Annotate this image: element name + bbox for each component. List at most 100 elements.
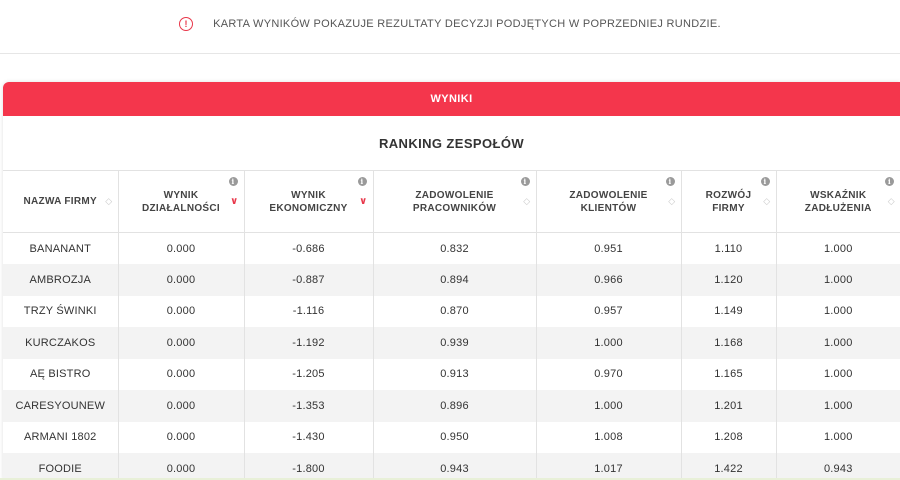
table-row: TRZY ŚWINKI 0.000 -1.116 0.870 0.957 1.149 1.0… xyxy=(3,295,900,327)
value-cell-debt-ratio: 1.000 xyxy=(775,232,900,264)
sort-icon[interactable]: ◇ xyxy=(668,197,675,206)
column-header-label: WSKAŹNIK ZADŁUŻENIA xyxy=(804,189,872,214)
sort-desc-icon[interactable]: ∨ xyxy=(359,197,367,207)
column-header-name[interactable]: NAZWA FIRMY ◇ xyxy=(3,170,118,233)
company-name-cell: CARESYOUNEW xyxy=(3,390,118,422)
value-cell-debt-ratio: 1.000 xyxy=(775,264,900,296)
ranking-title: RANKING ZESPOŁÓW xyxy=(3,116,900,170)
value-cell-customer-satisfaction: 1.000 xyxy=(535,390,681,422)
sort-icon[interactable]: ◇ xyxy=(105,197,112,206)
table-header-row: NAZWA FIRMY ◇ WYNIK DZIAŁALNOŚCI i ∨ WYNIK EK… xyxy=(3,170,900,233)
column-header-customer-satisfaction[interactable]: ZADOWOLENIE KLIENTÓW i ◇ xyxy=(535,170,681,233)
value-cell-company-growth: 1.110 xyxy=(680,232,776,264)
value-cell-customer-satisfaction: 1.000 xyxy=(535,327,681,359)
info-icon[interactable]: i xyxy=(665,177,675,186)
table-body: BANANANT 0.000 -0.686 0.832 0.951 1.110 1.000 A… xyxy=(3,232,900,480)
value-cell-operating-result: 0.000 xyxy=(117,232,244,264)
value-cell-debt-ratio: 1.000 xyxy=(775,327,900,359)
column-header-debt-ratio[interactable]: WSKAŹNIK ZADŁUŻENIA i ◇ xyxy=(775,170,900,233)
company-name-cell: AĘ BISTRO xyxy=(30,368,91,381)
value-cell-company-growth: 1.149 xyxy=(680,295,776,327)
value-cell-economic-result: -0.887 xyxy=(243,264,373,296)
value-cell-debt-ratio: 1.000 xyxy=(775,358,900,390)
notice-text: KARTA WYNIKÓW POKAZUJE REZULTATY DECYZJI… xyxy=(213,18,721,30)
column-header-label: ROZWÓJ FIRMY xyxy=(705,189,752,214)
sort-icon[interactable]: ◇ xyxy=(888,197,895,206)
company-name-cell: KURCZAKOS xyxy=(3,327,118,359)
company-name-cell: FOODIE xyxy=(3,453,118,480)
results-notice: ! KARTA WYNIKÓW POKAZUJE REZULTATY DECYZ… xyxy=(0,0,900,48)
results-header-label: WYNIKI xyxy=(430,93,473,105)
value-cell-economic-result: -1.430 xyxy=(243,421,373,453)
column-header-label: ZADOWOLENIE PRACOWNIKÓW xyxy=(412,189,497,214)
column-header-label: WYNIK DZIAŁALNOŚCI xyxy=(141,189,221,214)
table-row: AĘ BISTRO 0.000 -1.205 0.913 0.970 1.165 1.000 xyxy=(3,358,900,390)
sort-icon[interactable]: ◇ xyxy=(763,197,770,206)
info-icon[interactable]: i xyxy=(885,177,894,186)
column-header-employee-satisfaction[interactable]: ZADOWOLENIE PRACOWNIKÓW i ◇ xyxy=(372,170,536,233)
info-icon[interactable]: i xyxy=(520,177,530,186)
column-header-economic-result[interactable]: WYNIK EKONOMICZNY i ∨ xyxy=(243,170,373,233)
info-icon[interactable]: i xyxy=(760,177,770,186)
value-cell-employee-satisfaction: 0.950 xyxy=(372,421,536,453)
value-cell-company-growth: 1.201 xyxy=(680,390,776,422)
value-cell-employee-satisfaction: 0.894 xyxy=(372,264,536,296)
value-cell-customer-satisfaction: 0.951 xyxy=(535,232,681,264)
value-cell-operating-result: 0.000 xyxy=(117,453,244,480)
value-cell-economic-result: -1.192 xyxy=(243,327,373,359)
ranking-title-label: RANKING ZESPOŁÓW xyxy=(378,135,525,151)
value-cell-company-growth: 1.422 xyxy=(680,453,776,480)
value-cell-debt-ratio: 1.000 xyxy=(775,295,900,327)
notice-divider xyxy=(0,53,900,54)
company-name-cell: AMBROZJA xyxy=(3,264,118,296)
value-cell-economic-result: -1.800 xyxy=(243,453,373,480)
value-cell-customer-satisfaction: 1.017 xyxy=(535,453,681,480)
info-icon[interactable]: i xyxy=(228,177,238,186)
column-header-operating-result[interactable]: WYNIK DZIAŁALNOŚCI i ∨ xyxy=(117,170,244,233)
info-icon[interactable]: i xyxy=(357,177,367,186)
value-cell-company-growth: 1.120 xyxy=(680,264,776,296)
value-cell-employee-satisfaction: 0.939 xyxy=(372,327,536,359)
sort-icon[interactable]: ◇ xyxy=(523,197,530,206)
table-row: BANANANT 0.000 -0.686 0.832 0.951 1.110 1.000 xyxy=(3,232,900,264)
column-header-label: ZADOWOLENIE KLIENTÓW xyxy=(569,189,648,214)
company-name-cell: TRZY ŚWINKI xyxy=(23,305,97,318)
info-circle-icon: ! xyxy=(179,17,194,31)
column-header-company-growth[interactable]: ROZWÓJ FIRMY i ◇ xyxy=(680,170,776,233)
value-cell-debt-ratio: 1.000 xyxy=(775,421,900,453)
results-header: WYNIKI xyxy=(3,82,900,116)
value-cell-customer-satisfaction: 0.970 xyxy=(535,358,681,390)
value-cell-economic-result: -1.116 xyxy=(243,295,373,327)
value-cell-debt-ratio: 0.943 xyxy=(775,453,900,480)
value-cell-operating-result: 0.000 xyxy=(117,421,244,453)
ranking-table: NAZWA FIRMY ◇ WYNIK DZIAŁALNOŚCI i ∨ WYNIK EK… xyxy=(3,170,900,480)
table-row: AMBROZJA 0.000 -0.887 0.894 0.966 1.120 1.000 xyxy=(3,264,900,296)
table-row: CARESYOUNEW 0.000 -1.353 0.896 1.000 1.201 1.0… xyxy=(3,390,900,422)
value-cell-employee-satisfaction: 0.832 xyxy=(372,232,536,264)
table-row: ARMANI 1802 0.000 -1.430 0.950 1.008 1.208 1.0… xyxy=(3,421,900,453)
value-cell-operating-result: 0.000 xyxy=(117,295,244,327)
value-cell-company-growth: 1.208 xyxy=(680,421,776,453)
results-card: WYNIKI RANKING ZESPOŁÓW NAZWA FIRMY ◇ WYNI… xyxy=(3,82,900,480)
table-row: KURCZAKOS 0.000 -1.192 0.939 1.000 1.168 1.000 xyxy=(3,327,900,359)
value-cell-employee-satisfaction: 0.870 xyxy=(372,295,536,327)
company-name-cell: ARMANI 1802 xyxy=(23,431,97,444)
column-header-label: WYNIK EKONOMICZNY xyxy=(269,189,348,214)
value-cell-economic-result: -1.205 xyxy=(243,358,373,390)
column-header-label: NAZWA FIRMY xyxy=(23,196,97,207)
value-cell-customer-satisfaction: 1.008 xyxy=(535,421,681,453)
value-cell-employee-satisfaction: 0.913 xyxy=(372,358,536,390)
value-cell-operating-result: 0.000 xyxy=(117,327,244,359)
value-cell-customer-satisfaction: 0.966 xyxy=(535,264,681,296)
value-cell-company-growth: 1.165 xyxy=(680,358,776,390)
company-name-cell: BANANANT xyxy=(29,242,91,255)
value-cell-operating-result: 0.000 xyxy=(117,390,244,422)
value-cell-employee-satisfaction: 0.943 xyxy=(372,453,536,480)
value-cell-debt-ratio: 1.000 xyxy=(775,390,900,422)
value-cell-customer-satisfaction: 0.957 xyxy=(535,295,681,327)
sort-desc-icon[interactable]: ∨ xyxy=(230,197,238,207)
value-cell-operating-result: 0.000 xyxy=(117,264,244,296)
value-cell-company-growth: 1.168 xyxy=(680,327,776,359)
value-cell-economic-result: -1.353 xyxy=(243,390,373,422)
table-row: FOODIE 0.000 -1.800 0.943 1.017 1.422 0.943 xyxy=(3,453,900,480)
